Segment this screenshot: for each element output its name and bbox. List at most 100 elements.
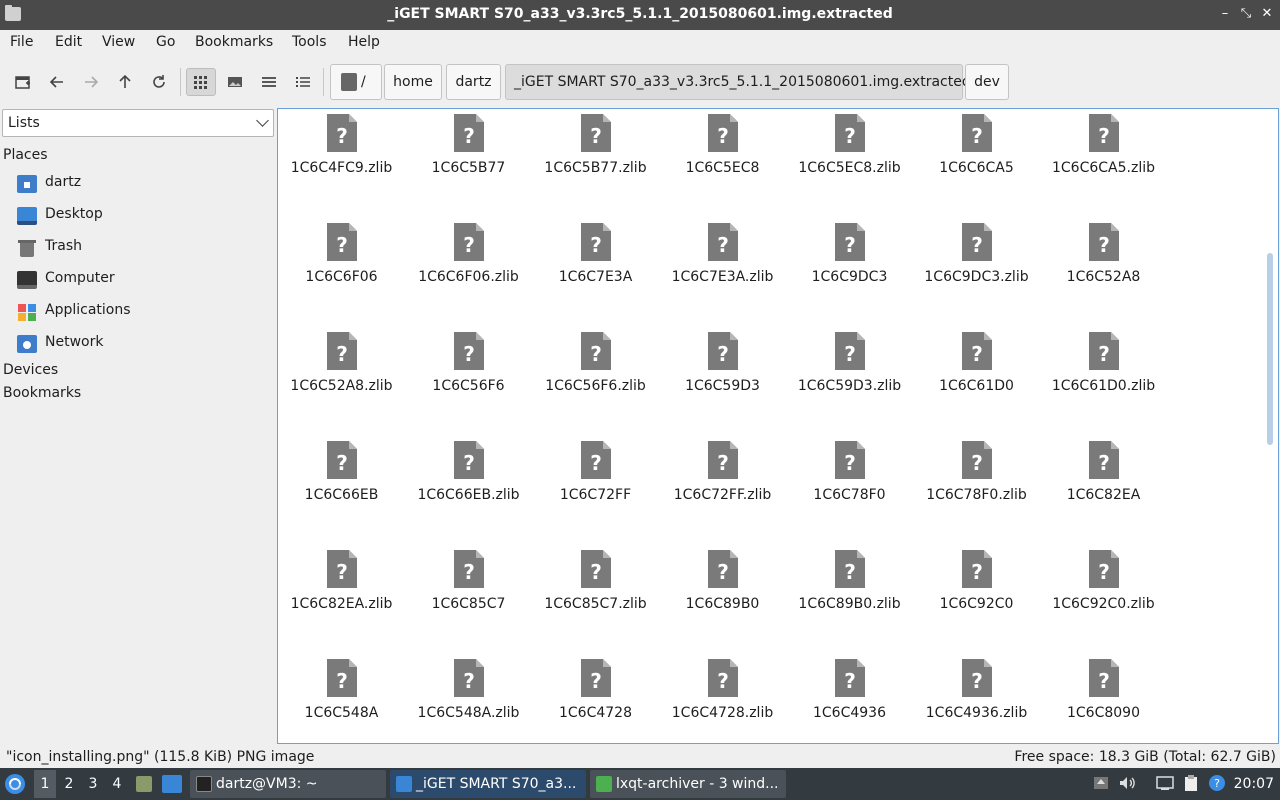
file-item[interactable]: ? 1C6C4728	[532, 612, 659, 721]
file-name: 1C6C92C0	[939, 596, 1014, 612]
file-item[interactable]: ? 1C6C78F0.zlib	[913, 394, 1040, 503]
file-item[interactable]: ? 1C6C72FF	[532, 394, 659, 503]
file-item[interactable]: ? 1C6C89B0	[659, 503, 786, 612]
file-item[interactable]: ? 1C6C8090	[1040, 612, 1167, 721]
file-name: 1C6C7E3A.zlib	[671, 269, 774, 285]
file-item[interactable]: ? 1C6C92C0	[913, 503, 1040, 612]
file-item[interactable]: ? 1C6C82EA.zlib	[278, 503, 405, 612]
scrollbar-thumb[interactable]	[1267, 253, 1273, 445]
taskbar-window-terminal[interactable]: dartz@VM3: ~	[190, 770, 386, 798]
file-item[interactable]: ? 1C6C548A	[278, 612, 405, 721]
thumbnail-view-button[interactable]	[220, 68, 250, 96]
new-tab-button[interactable]	[8, 68, 38, 96]
svg-text:?: ?	[717, 451, 729, 475]
menu-bookmarks[interactable]: Bookmarks	[195, 34, 273, 50]
file-item[interactable]: ? 1C6C89B0.zlib	[786, 503, 913, 612]
file-item[interactable]: ? 1C6C61D0.zlib	[1040, 285, 1167, 394]
file-item[interactable]: ? 1C6C6CA5.zlib	[1040, 109, 1167, 176]
file-name: 1C6C4936.zlib	[925, 705, 1028, 721]
menu-help[interactable]: Help	[348, 34, 380, 50]
file-item[interactable]: ? 1C6C66EB.zlib	[405, 394, 532, 503]
breadcrumb-extracted[interactable]: _iGET SMART S70_a33_v3.3rc5_5.1.1_201508…	[505, 64, 971, 100]
breadcrumb-root[interactable]: /	[330, 64, 382, 100]
file-item[interactable]: ? 1C6C59D3	[659, 285, 786, 394]
desktop-3-button[interactable]: 3	[82, 770, 104, 798]
minimize-button[interactable]: –	[1216, 5, 1234, 23]
taskbar-window-file-manager[interactable]: _iGET SMART S70_a3...	[390, 770, 586, 798]
menu-tools[interactable]: Tools	[292, 34, 327, 50]
reload-button[interactable]	[144, 68, 174, 96]
file-item[interactable]: ? 1C6C66EB	[278, 394, 405, 503]
file-name: 1C6C85C7	[431, 596, 506, 612]
file-name: 1C6C8090	[1067, 705, 1140, 721]
file-item[interactable]: ? 1C6C61D0	[913, 285, 1040, 394]
file-item[interactable]: ? 1C6C78F0	[786, 394, 913, 503]
compact-view-button[interactable]	[254, 68, 284, 96]
file-item[interactable]: ? 1C6C72FF.zlib	[659, 394, 786, 503]
file-item[interactable]: ? 1C6C5EC8	[659, 109, 786, 176]
toolbar-separator	[323, 68, 324, 96]
file-item[interactable]: ? 1C6C6F06	[278, 176, 405, 285]
file-item[interactable]: ? 1C6C6CA5	[913, 109, 1040, 176]
file-item[interactable]: ? 1C6C92C0.zlib	[1040, 503, 1167, 612]
tray-updates-icon[interactable]	[1092, 774, 1110, 792]
file-item[interactable]: ? 1C6C5B77.zlib	[532, 109, 659, 176]
file-item[interactable]: ? 1C6C9DC3	[786, 176, 913, 285]
file-item[interactable]: ? 1C6C4936.zlib	[913, 612, 1040, 721]
file-name: 1C6C5B77.zlib	[544, 160, 647, 176]
vertical-scrollbar[interactable]	[1265, 113, 1275, 741]
restore-button[interactable]: ⤡	[1237, 5, 1255, 23]
file-item[interactable]: ? 1C6C59D3.zlib	[786, 285, 913, 394]
menu-file[interactable]: File	[10, 34, 33, 50]
arrow-up-icon	[119, 74, 131, 88]
file-item[interactable]: ? 1C6C6F06.zlib	[405, 176, 532, 285]
menu-go[interactable]: Go	[156, 34, 175, 50]
file-item[interactable]: ? 1C6C548A.zlib	[405, 612, 532, 721]
file-item[interactable]: ? 1C6C4936	[786, 612, 913, 721]
forward-button[interactable]	[76, 68, 106, 96]
file-item[interactable]: ? 1C6C7E3A.zlib	[659, 176, 786, 285]
network-status-icon[interactable]	[1156, 774, 1174, 792]
desktop-1-button[interactable]: 1	[34, 770, 56, 798]
breadcrumb-home[interactable]: home	[384, 64, 442, 100]
file-item[interactable]: ? 1C6C9DC3.zlib	[913, 176, 1040, 285]
file-item[interactable]: ? 1C6C4FC9.zlib	[278, 109, 405, 176]
file-item[interactable]: ? 1C6C85C7.zlib	[532, 503, 659, 612]
file-item[interactable]: ? 1C6C4728.zlib	[659, 612, 786, 721]
clipboard-icon[interactable]	[1182, 774, 1200, 792]
quicklaunch-desktop[interactable]	[160, 770, 184, 798]
breadcrumb-dartz[interactable]: dartz	[446, 64, 501, 100]
desktop-2-button[interactable]: 2	[58, 770, 80, 798]
devices-header[interactable]: Devices	[3, 362, 58, 378]
file-view[interactable]: ? 1C6C4FC9.zlib? 1C6C5B77? 1C6C5B77.zlib? 1C…	[277, 108, 1279, 744]
file-item[interactable]: ? 1C6C85C7	[405, 503, 532, 612]
taskbar-window-archiver[interactable]: lxqt-archiver - 3 wind...	[590, 770, 786, 798]
volume-icon[interactable]	[1118, 774, 1136, 792]
places-header[interactable]: Places	[3, 147, 48, 163]
notification-icon[interactable]: ?	[1208, 774, 1226, 792]
file-item[interactable]: ? 1C6C7E3A	[532, 176, 659, 285]
quicklaunch-files[interactable]	[134, 770, 154, 798]
menu-view[interactable]: View	[102, 34, 135, 50]
file-item[interactable]: ? 1C6C56F6.zlib	[532, 285, 659, 394]
up-button[interactable]	[110, 68, 140, 96]
icon-view-button[interactable]	[186, 68, 216, 96]
taskbar-clock[interactable]: 20:07	[1234, 768, 1274, 800]
unknown-file-icon: ?	[580, 113, 612, 153]
back-button[interactable]	[42, 68, 72, 96]
desktop-4-button[interactable]: 4	[106, 770, 128, 798]
file-item[interactable]: ? 1C6C52A8	[1040, 176, 1167, 285]
file-item[interactable]: ? 1C6C56F6	[405, 285, 532, 394]
file-item[interactable]: ? 1C6C82EA	[1040, 394, 1167, 503]
detailed-view-button[interactable]	[288, 68, 318, 96]
breadcrumb-dev[interactable]: dev	[965, 64, 1009, 100]
menu-edit[interactable]: Edit	[55, 34, 82, 50]
close-button[interactable]: ✕	[1258, 5, 1276, 23]
sidebar-item-label: Desktop	[45, 206, 103, 222]
bookmarks-header[interactable]: Bookmarks	[3, 385, 81, 401]
file-item[interactable]: ? 1C6C5B77	[405, 109, 532, 176]
file-item[interactable]: ? 1C6C52A8.zlib	[278, 285, 405, 394]
sidebar-mode-select[interactable]: Lists	[2, 109, 274, 137]
start-menu-button[interactable]	[4, 770, 28, 798]
file-item[interactable]: ? 1C6C5EC8.zlib	[786, 109, 913, 176]
